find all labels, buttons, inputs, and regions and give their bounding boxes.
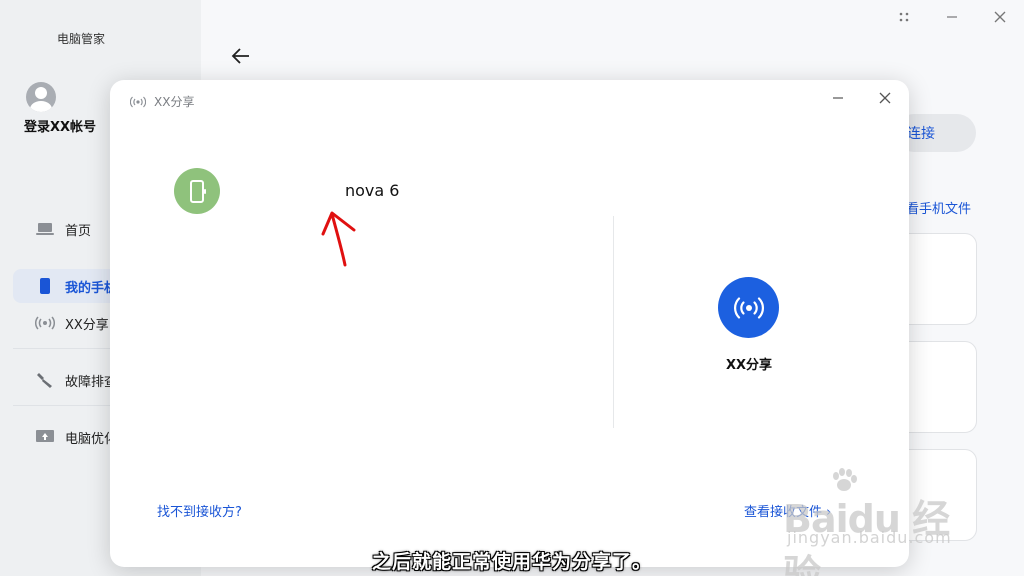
phone-icon <box>35 277 55 295</box>
view-phone-files-link[interactable]: 看手机文件 <box>906 198 971 217</box>
share-signal-icon <box>35 314 55 332</box>
wrench-icon <box>35 371 55 389</box>
device-name[interactable]: nova 6 <box>345 181 399 200</box>
cannot-find-receiver-link[interactable]: 找不到接收方? <box>157 501 242 520</box>
minimize-icon[interactable] <box>943 8 961 26</box>
sidebar-item-label: 首页 <box>65 223 92 239</box>
share-signal-icon <box>130 96 146 108</box>
annotation-arrow-icon <box>321 211 356 267</box>
back-arrow-icon[interactable] <box>231 46 251 70</box>
dialog-title: XX分享 <box>130 93 194 110</box>
panel-divider <box>613 216 614 428</box>
sidebar-item-label: XX分享 <box>65 317 109 333</box>
share-dialog: XX分享 nova 6 XX分享 找不到接收方? 查看接收文件 › <box>110 80 909 567</box>
optimize-icon <box>35 428 55 446</box>
login-link[interactable]: 登录XX帐号 <box>24 116 96 135</box>
dialog-close-icon[interactable] <box>875 88 895 108</box>
laptop-icon <box>35 220 55 238</box>
app-title: 电脑管家 <box>57 32 106 46</box>
close-icon[interactable] <box>991 8 1009 26</box>
view-received-files-link[interactable]: 查看接收文件 › <box>744 501 831 520</box>
video-subtitle: 之后就能正常使用华为分享了。 <box>371 551 652 573</box>
share-toggle-icon[interactable] <box>718 277 779 338</box>
avatar[interactable] <box>26 82 56 112</box>
share-label: XX分享 <box>726 358 773 373</box>
dialog-minimize-icon[interactable] <box>828 88 848 108</box>
device-phone-icon[interactable] <box>174 168 220 214</box>
dialog-title-text: XX分享 <box>154 95 195 109</box>
menu-dots-icon[interactable] <box>895 8 913 26</box>
